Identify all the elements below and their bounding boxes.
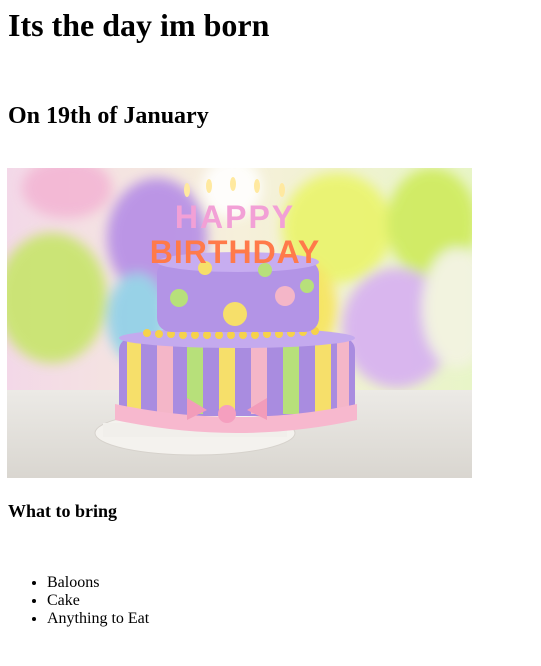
list-item: Baloons bbox=[47, 574, 149, 592]
list-item: Anything to Eat bbox=[47, 610, 149, 628]
bring-list: Baloons Cake Anything to Eat bbox=[8, 574, 149, 628]
svg-text:HAPPY: HAPPY bbox=[175, 199, 295, 235]
page-title: Its the day im born bbox=[8, 7, 270, 43]
bring-heading: What to bring bbox=[8, 501, 118, 521]
svg-text:BIRTHDAY: BIRTHDAY bbox=[150, 234, 320, 270]
birthday-cake-image: HAPPY BIRTHDAY bbox=[7, 168, 472, 478]
date-heading: On 19th of January bbox=[8, 103, 209, 129]
list-item: Cake bbox=[47, 592, 149, 610]
